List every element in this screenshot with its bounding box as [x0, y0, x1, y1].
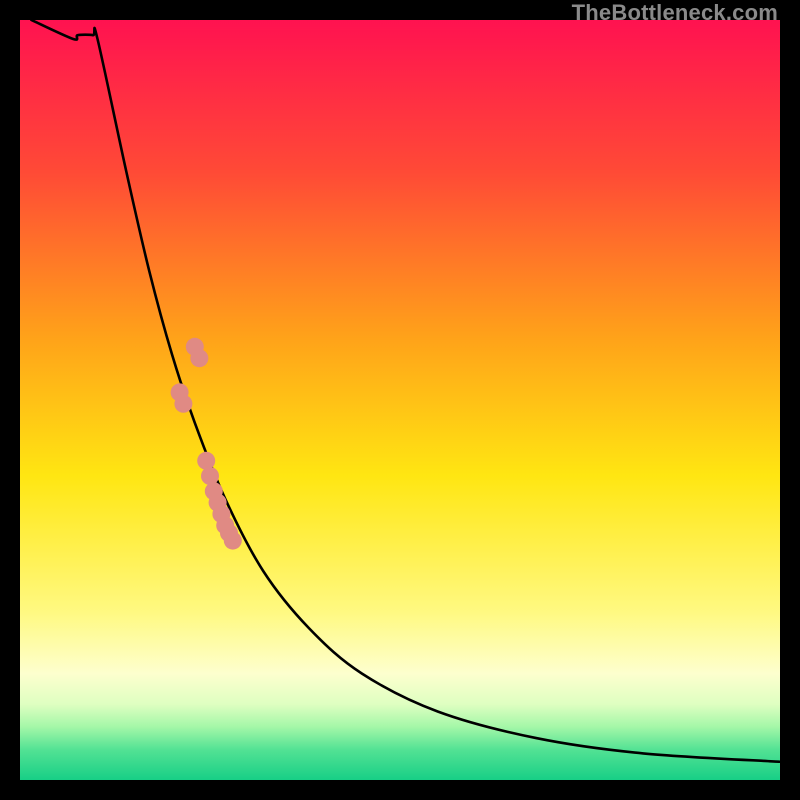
- watermark-text: TheBottleneck.com: [572, 0, 778, 26]
- plot-svg: [20, 20, 780, 780]
- highlight-dot: [174, 395, 192, 413]
- highlight-dot: [197, 452, 215, 470]
- gradient-background: [20, 20, 780, 780]
- highlight-dot: [190, 349, 208, 367]
- highlight-dot: [224, 532, 242, 550]
- highlight-dot: [201, 467, 219, 485]
- plot-area: [20, 20, 780, 780]
